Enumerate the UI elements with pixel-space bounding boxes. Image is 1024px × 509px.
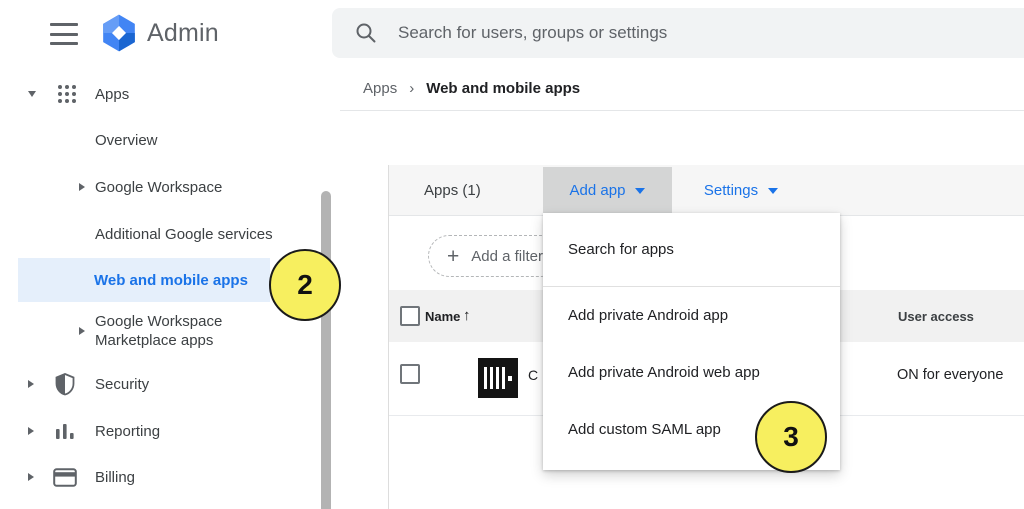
sidebar-item-additional-google-services[interactable]: Additional Google services <box>0 223 300 245</box>
sidebar-item-label: Web and mobile apps <box>94 272 248 289</box>
breadcrumb: Apps › Web and mobile apps <box>363 80 580 97</box>
row-checkbox[interactable] <box>400 364 420 384</box>
column-header-user-access: User access <box>898 309 974 324</box>
sidebar-item-label: Security <box>95 376 149 393</box>
column-header-name[interactable]: Name <box>425 309 460 324</box>
sidebar-item-security[interactable]: Security <box>0 371 280 397</box>
user-access-value: ON for everyone <box>897 367 1003 383</box>
chevron-right-icon <box>28 380 34 388</box>
sidebar-item-label: Apps <box>95 86 129 103</box>
chevron-down-icon <box>28 91 36 97</box>
menu-item-label: Add private Android web app <box>568 364 760 381</box>
chevron-right-icon <box>79 327 85 335</box>
add-filter-chip[interactable]: + Add a filter <box>428 235 562 277</box>
menu-item-add-private-android-web-app[interactable]: Add private Android web app <box>543 344 840 401</box>
step-3-annotation-badge: 3 <box>755 401 827 473</box>
menu-item-label: Search for apps <box>568 241 674 258</box>
sidebar-item-label: Overview <box>95 132 158 149</box>
chevron-right-icon <box>28 427 34 435</box>
sidebar-item-overview[interactable]: Overview <box>0 129 280 151</box>
sidebar-item-google-workspace[interactable]: Google Workspace <box>0 176 280 198</box>
credit-card-icon <box>53 468 77 487</box>
dropdown-caret-icon <box>768 188 778 194</box>
bar-chart-icon <box>55 422 75 440</box>
select-all-checkbox[interactable] <box>400 306 420 326</box>
sidebar-item-label: Google Workspace <box>95 179 222 196</box>
apps-grid-icon <box>56 83 78 105</box>
sidebar-item-label: Reporting <box>95 423 160 440</box>
google-admin-logo-icon <box>99 13 139 58</box>
breadcrumb-separator: › <box>409 80 414 97</box>
sidebar-item-label: Google Workspace Marketplace apps <box>95 312 253 350</box>
menu-item-add-private-android-app[interactable]: Add private Android app <box>543 287 840 344</box>
sidebar-item-web-and-mobile-apps[interactable]: Web and mobile apps <box>18 258 270 302</box>
chevron-right-icon <box>28 473 34 481</box>
sidebar-item-apps[interactable]: Apps <box>0 82 280 106</box>
sidebar-item-label: Additional Google services <box>95 226 273 243</box>
breadcrumb-divider <box>340 110 1024 111</box>
global-search-bar[interactable] <box>332 8 1024 58</box>
add-app-button-label: Add app <box>570 182 626 199</box>
breadcrumb-apps-link[interactable]: Apps <box>363 80 397 97</box>
sidebar-item-label: Billing <box>95 469 135 486</box>
sidebar-scrollbar[interactable] <box>321 191 331 509</box>
search-input[interactable] <box>398 23 938 43</box>
chevron-right-icon <box>79 183 85 191</box>
sort-ascending-icon: ↑ <box>463 307 471 324</box>
sidebar-item-reporting[interactable]: Reporting <box>0 418 280 444</box>
menu-item-label: Add private Android app <box>568 307 728 324</box>
app-logo-icon <box>478 358 518 398</box>
breadcrumb-current: Web and mobile apps <box>426 80 580 97</box>
search-icon <box>354 21 378 45</box>
shield-icon <box>53 372 77 396</box>
page-title: Admin <box>147 19 219 48</box>
plus-icon: + <box>447 246 459 267</box>
apps-count-label: Apps (1) <box>424 182 481 199</box>
dropdown-caret-icon <box>635 188 645 194</box>
menu-item-search-for-apps[interactable]: Search for apps <box>543 213 840 286</box>
sidebar-item-marketplace-apps[interactable]: Google Workspace Marketplace apps <box>0 308 280 354</box>
app-name-link[interactable]: C <box>528 367 538 383</box>
menu-item-label: Add custom SAML app <box>568 421 721 438</box>
settings-button[interactable]: Settings <box>686 167 796 214</box>
settings-button-label: Settings <box>704 182 758 199</box>
add-filter-label: Add a filter <box>471 248 543 265</box>
add-app-button[interactable]: Add app <box>543 167 672 214</box>
hamburger-menu-icon[interactable] <box>50 23 78 45</box>
sidebar-item-billing[interactable]: Billing <box>0 464 280 490</box>
step-2-annotation-badge: 2 <box>269 249 341 321</box>
